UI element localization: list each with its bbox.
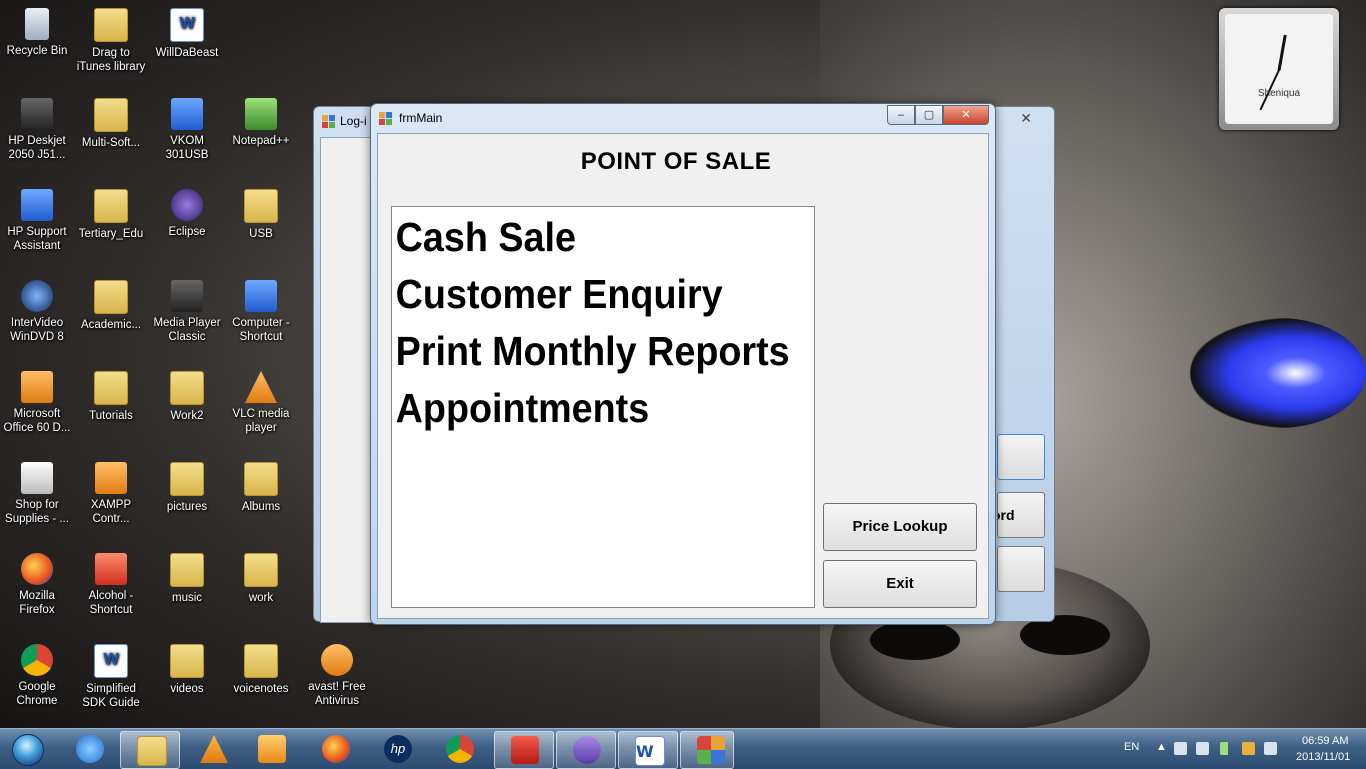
- list-item-appointments[interactable]: Appointments: [392, 380, 780, 437]
- clock-date[interactable]: 2013/11/01: [1296, 751, 1350, 763]
- signal-icon[interactable]: [1220, 742, 1233, 755]
- hp-deskjet-icon[interactable]: HP Deskjet 2050 J51...: [0, 98, 74, 162]
- minimize-button[interactable]: ‒: [887, 105, 915, 125]
- multi-soft-folder-icon[interactable]: Multi-Soft...: [74, 98, 148, 150]
- caption-buttons: ‒ ▢ ✕: [887, 105, 989, 125]
- clock-gadget[interactable]: Sheniqua: [1219, 8, 1339, 130]
- main-window[interactable]: frmMain ‒ ▢ ✕ POINT OF SALE Cash Sale Cu…: [370, 103, 996, 625]
- volume-icon[interactable]: [1264, 742, 1277, 755]
- show-hidden-icons[interactable]: ▲: [1156, 741, 1167, 753]
- taskbar-media[interactable]: [242, 731, 300, 767]
- taskbar-visualstudio[interactable]: [556, 731, 616, 769]
- notepad-plus-icon[interactable]: Notepad++: [224, 98, 298, 148]
- price-lookup-button[interactable]: Price Lookup: [823, 503, 977, 551]
- visual-studio-icon: [573, 736, 601, 764]
- chrome-icon: [446, 735, 474, 763]
- media-player-classic-icon[interactable]: Media Player Classic: [150, 280, 224, 344]
- clock-face: Sheniqua: [1225, 14, 1333, 124]
- taskbar-acrobat[interactable]: [494, 731, 554, 769]
- page-title: POINT OF SALE: [580, 148, 772, 175]
- vkom-usb-icon[interactable]: VKOM 301USB: [150, 98, 224, 162]
- tertiary-edu-folder-icon[interactable]: Tertiary_Edu: [74, 189, 148, 241]
- sdk-guide-icon[interactable]: W Simplified SDK Guide: [74, 644, 148, 710]
- app-icon: [379, 112, 393, 125]
- taskbar-chrome[interactable]: [430, 731, 488, 767]
- ms-office-icon[interactable]: Microsoft Office 60 D...: [0, 371, 74, 435]
- taskbar-hp[interactable]: hp: [368, 731, 426, 767]
- close-button[interactable]: ✕: [943, 105, 989, 125]
- taskbar-firefox[interactable]: [306, 731, 364, 767]
- close-icon[interactable]: ✕: [1020, 111, 1032, 127]
- media-player-icon: [258, 735, 286, 763]
- work2-folder-icon[interactable]: Work2: [150, 371, 224, 423]
- windows-orb-icon: [12, 734, 44, 766]
- vlc-icon[interactable]: VLC media player: [224, 371, 298, 435]
- menu-listbox[interactable]: Cash Sale Customer Enquiry Print Monthly…: [391, 206, 815, 608]
- usb-folder-icon[interactable]: USB: [224, 189, 298, 241]
- taskbar-explorer[interactable]: [120, 731, 180, 769]
- hp-logo-icon: hp: [384, 735, 412, 763]
- maximize-button[interactable]: ▢: [915, 105, 943, 125]
- clock-time[interactable]: 06:59 AM: [1302, 735, 1348, 747]
- shop-supplies-icon[interactable]: Shop for Supplies - ...: [0, 462, 74, 526]
- clock-gadget-name: Sheniqua: [1257, 88, 1301, 99]
- explorer-folder-icon: [137, 736, 167, 766]
- acrobat-icon: [511, 736, 539, 764]
- vlc-cone-icon: [200, 735, 228, 763]
- main-window-client: POINT OF SALE Cash Sale Customer Enquiry…: [377, 133, 989, 619]
- voicenotes-folder-icon[interactable]: voicenotes: [224, 644, 298, 696]
- avast-icon[interactable]: avast! Free Antivirus: [300, 644, 374, 708]
- videos-folder-icon[interactable]: videos: [150, 644, 224, 696]
- main-window-title: frmMain: [399, 111, 443, 125]
- device-icon[interactable]: [1196, 742, 1209, 755]
- battery-icon[interactable]: [1242, 742, 1255, 755]
- taskbar-vlc[interactable]: [184, 731, 242, 767]
- alcohol-icon[interactable]: Alcohol - Shortcut: [74, 553, 148, 617]
- taskbar-word[interactable]: W: [618, 731, 678, 769]
- taskbar-ie[interactable]: [60, 731, 118, 767]
- language-indicator[interactable]: EN: [1124, 741, 1139, 753]
- list-item-customer-enquiry[interactable]: Customer Enquiry: [392, 266, 780, 323]
- internet-explorer-icon: [76, 735, 104, 763]
- taskbar: hp W EN ▲ 06:59 AM 2013/11/01: [0, 728, 1366, 769]
- action-center-icon[interactable]: [1174, 742, 1187, 755]
- pictures-folder-icon[interactable]: pictures: [150, 462, 224, 514]
- system-tray: EN ▲ 06:59 AM 2013/11/01: [1116, 729, 1366, 769]
- login-button-bottom[interactable]: [997, 546, 1045, 592]
- albums-folder-icon[interactable]: Albums: [224, 462, 298, 514]
- chrome-icon[interactable]: Google Chrome: [0, 644, 74, 708]
- windvd-icon[interactable]: InterVideo WinDVD 8: [0, 280, 74, 344]
- firefox-icon: [322, 735, 350, 763]
- work-folder-icon[interactable]: work: [224, 553, 298, 605]
- main-window-titlebar[interactable]: frmMain ‒ ▢ ✕: [371, 104, 995, 132]
- tutorials-folder-icon[interactable]: Tutorials: [74, 371, 148, 423]
- hp-support-icon[interactable]: HP Support Assistant: [0, 189, 74, 253]
- drag-to-itunes-icon[interactable]: Drag to iTunes library: [74, 8, 148, 74]
- list-item-print-monthly-reports[interactable]: Print Monthly Reports: [392, 323, 790, 380]
- word-icon: W: [635, 736, 665, 766]
- login-button-middle[interactable]: ord: [997, 492, 1045, 538]
- willdabeast-doc-icon[interactable]: W WillDaBeast: [150, 8, 224, 60]
- firefox-icon[interactable]: Mozilla Firefox: [0, 553, 74, 617]
- recycle-bin-icon[interactable]: Recycle Bin: [0, 8, 74, 58]
- xampp-icon[interactable]: XAMPP Contr...: [74, 462, 148, 526]
- academic-folder-icon[interactable]: Academic...: [74, 280, 148, 332]
- start-button[interactable]: [2, 730, 52, 768]
- computer-shortcut-icon[interactable]: Computer - Shortcut: [224, 280, 298, 344]
- login-window-title: Log-i: [340, 114, 367, 128]
- login-button-top[interactable]: [997, 434, 1045, 480]
- wallpaper-eye: [1190, 318, 1366, 428]
- taskbar-frmmain[interactable]: [680, 731, 734, 769]
- app-icon: [697, 736, 725, 764]
- exit-button[interactable]: Exit: [823, 560, 977, 608]
- list-item-cash-sale[interactable]: Cash Sale: [392, 209, 780, 266]
- app-icon: [322, 115, 336, 128]
- music-folder-icon[interactable]: music: [150, 553, 224, 605]
- eclipse-icon[interactable]: Eclipse: [150, 189, 224, 239]
